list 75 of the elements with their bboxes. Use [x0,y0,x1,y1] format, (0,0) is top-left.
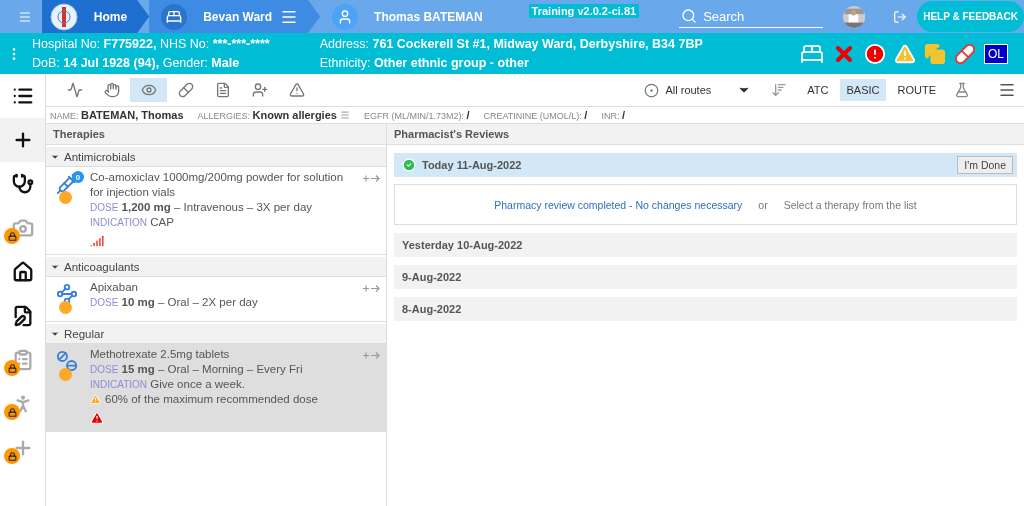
person-icon [332,3,359,30]
bed-icon [161,3,188,30]
drug-name: Co-amoxiclav 1000mg/200mg powder for solution for injection vials [90,170,345,200]
list-icon [11,85,34,107]
therapy-item[interactable]: Methotrexate 2.5mg tablets DOSE 15 mg – Oral – Morning – Every Fri INDICATION Give once a week. 60% of the maximum recommended dose [46,344,386,432]
info-field: CREATININE (UMOL/L): / [483,109,588,121]
move-icon[interactable] [362,174,380,183]
warning-icon [894,42,916,65]
chart-icon [66,82,83,98]
panel-title: Therapies [46,124,386,145]
pill-icon [954,42,976,65]
lock-icon [4,228,20,244]
house-icon [11,261,34,283]
dose-line: DOSE 10 mg – Oral – 2X per day [90,295,258,310]
panel-title: Pharmacist's Reviews [387,124,1024,145]
view-tab[interactable]: ATC [801,79,835,101]
warning-icon [288,82,305,98]
pill-icon [177,82,194,98]
review-day[interactable]: 8-Aug-2022 [394,297,1017,321]
review-link[interactable]: Pharmacy review completed - No changes necessary [494,198,743,211]
sidebar-item[interactable] [0,118,45,162]
review-day[interactable]: Yesterday 10-Aug-2022 [394,233,1017,257]
view-tab[interactable]: BASIC [840,79,886,101]
eye-icon [140,82,157,98]
search-icon[interactable] [681,8,698,24]
alert-badge: OL [984,43,1008,64]
info-field: ALLERGIES: Known allergies [197,109,337,121]
flask-icon[interactable] [954,82,970,98]
alert-icon [90,411,104,425]
review-day[interactable]: 9-Aug-2022 [394,265,1017,289]
lock-icon [4,360,20,376]
or-text: or [758,198,768,211]
person-add-icon [251,82,268,98]
group-header[interactable]: Anticoagulants [46,257,386,277]
drug-name: Methotrexate 2.5mg tablets [90,347,230,362]
info-field: NAME: BATEMAN, Thomas [50,109,184,121]
patient-detail: Address: 761 Cockerell St #1, Midway Ward, Derbyshire, B34 7BP [319,35,703,53]
camera-icon [11,217,34,239]
patient-detail: DoB: 14 Jul 1928 (94), Gender: Male [32,54,241,72]
breadcrumb[interactable]: Bevan Ward [149,0,321,33]
lock-icon [4,404,20,420]
dose-warning: 60% of the maximum recommended dose [105,392,318,407]
group-header[interactable]: Antimicrobials [46,147,386,167]
menu-icon[interactable] [998,81,1016,99]
move-icon[interactable] [362,284,380,293]
hint-text: Select a therapy from the list [783,198,917,211]
info-field: EGFR (ML/MIN/1.73M2): / [363,109,470,121]
group-header[interactable]: Regular [46,324,386,344]
review-day[interactable]: Today 11-Aug-2022 I'm Done [394,153,1017,177]
done-button[interactable]: I'm Done [957,156,1013,174]
toolbar-tab[interactable] [130,78,167,102]
dose-line: DOSE 1,200 mg – Intravenous – 3X per day [90,200,313,215]
build-label: Training v2.0.2-ci.81 [528,4,640,18]
indication-line: INDICATION CAP [90,215,174,230]
lock-icon [4,448,20,464]
route-dropdown[interactable]: All routes [665,83,752,97]
error-icon [864,42,886,65]
dose-line: DOSE 15 mg – Oral – Morning – Every Fri [90,362,303,377]
breadcrumb[interactable]: Home [41,0,150,33]
routes-icon [644,82,660,98]
indication-line: INDICATION Give once a week. [90,377,245,392]
search-field[interactable]: Search [701,7,822,25]
hand-icon [103,82,120,98]
view-tab[interactable]: ROUTE [891,79,942,101]
info-field: INR: / [601,109,625,121]
warning-icon [90,394,101,405]
drug-name: Apixaban [90,280,138,295]
logo-icon [49,2,78,31]
signal-icon [90,234,104,248]
copy-icon [924,42,946,65]
patient-detail: Ethnicity: Other ethnic group - other [319,54,530,72]
stethoscope-icon [11,173,34,195]
document-icon [214,82,231,98]
sort-icon[interactable] [771,82,788,98]
patient-detail: Hospital No: F775922, NHS No: ***-***-**** [32,35,270,53]
